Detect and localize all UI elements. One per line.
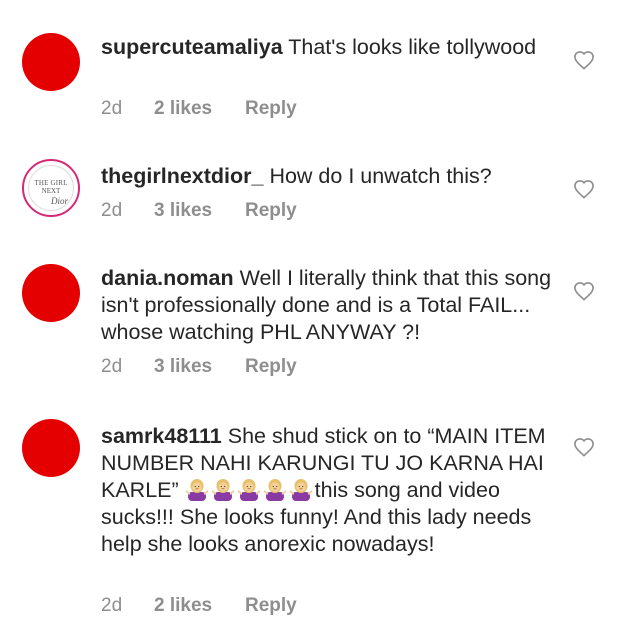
avatar[interactable] (22, 264, 80, 322)
avatar-logo-line: Dior (50, 196, 68, 206)
person-shrugging-emoji (263, 479, 286, 501)
comment-username[interactable]: samrk48111 (101, 424, 222, 448)
heart-outline-icon[interactable] (573, 437, 595, 457)
person-shrugging-emoji (289, 479, 312, 501)
comment-username[interactable]: thegirlnextdior_ (101, 164, 263, 188)
emoji-row (185, 478, 315, 502)
comment-meta: 2d 3 likes Reply (101, 356, 297, 378)
avatar-logo: THE GIRL NEXT Dior (28, 165, 74, 211)
comment-meta: 2d 2 likes Reply (101, 98, 297, 120)
likes-count-link[interactable]: 3 likes (154, 356, 245, 378)
comment-text: dania.noman Well I literally think that … (101, 265, 556, 346)
heart-outline-icon[interactable] (573, 281, 595, 301)
avatar[interactable]: THE GIRL NEXT Dior (22, 159, 80, 217)
person-shrugging-emoji (237, 479, 260, 501)
avatar-logo-line: NEXT (41, 187, 61, 195)
comment-body: How do I unwatch this? (263, 164, 492, 188)
comment-body: That's looks like tollywood (282, 35, 537, 59)
likes-count-link[interactable]: 3 likes (154, 200, 245, 222)
person-shrugging-emoji (185, 479, 208, 501)
person-shrugging-emoji (211, 479, 234, 501)
reply-button[interactable]: Reply (245, 98, 297, 120)
comment-username[interactable]: supercuteamaliya (101, 35, 283, 59)
reply-button[interactable]: Reply (245, 200, 297, 222)
comment-time: 2d (101, 200, 123, 221)
comment-meta: 2d 2 likes Reply (101, 595, 297, 617)
likes-count-link[interactable]: 2 likes (154, 98, 245, 120)
reply-button[interactable]: Reply (245, 595, 297, 617)
likes-count-link[interactable]: 2 likes (154, 595, 245, 617)
comment-time: 2d (101, 98, 123, 119)
heart-outline-icon[interactable] (573, 50, 595, 70)
comment-meta: 2d 3 likes Reply (101, 200, 297, 222)
avatar[interactable] (22, 33, 80, 91)
comment-username[interactable]: dania.noman (101, 266, 234, 290)
avatar[interactable] (22, 419, 80, 477)
comment-text: supercuteamaliya That's looks like tolly… (101, 34, 556, 61)
reply-button[interactable]: Reply (245, 356, 297, 378)
heart-outline-icon[interactable] (573, 179, 595, 199)
comment-text: thegirlnextdior_ How do I unwatch this? (101, 163, 556, 190)
comment-time: 2d (101, 356, 123, 377)
comment-text: samrk48111 She shud stick on to “MAIN IT… (101, 423, 556, 558)
comment-time: 2d (101, 595, 123, 616)
